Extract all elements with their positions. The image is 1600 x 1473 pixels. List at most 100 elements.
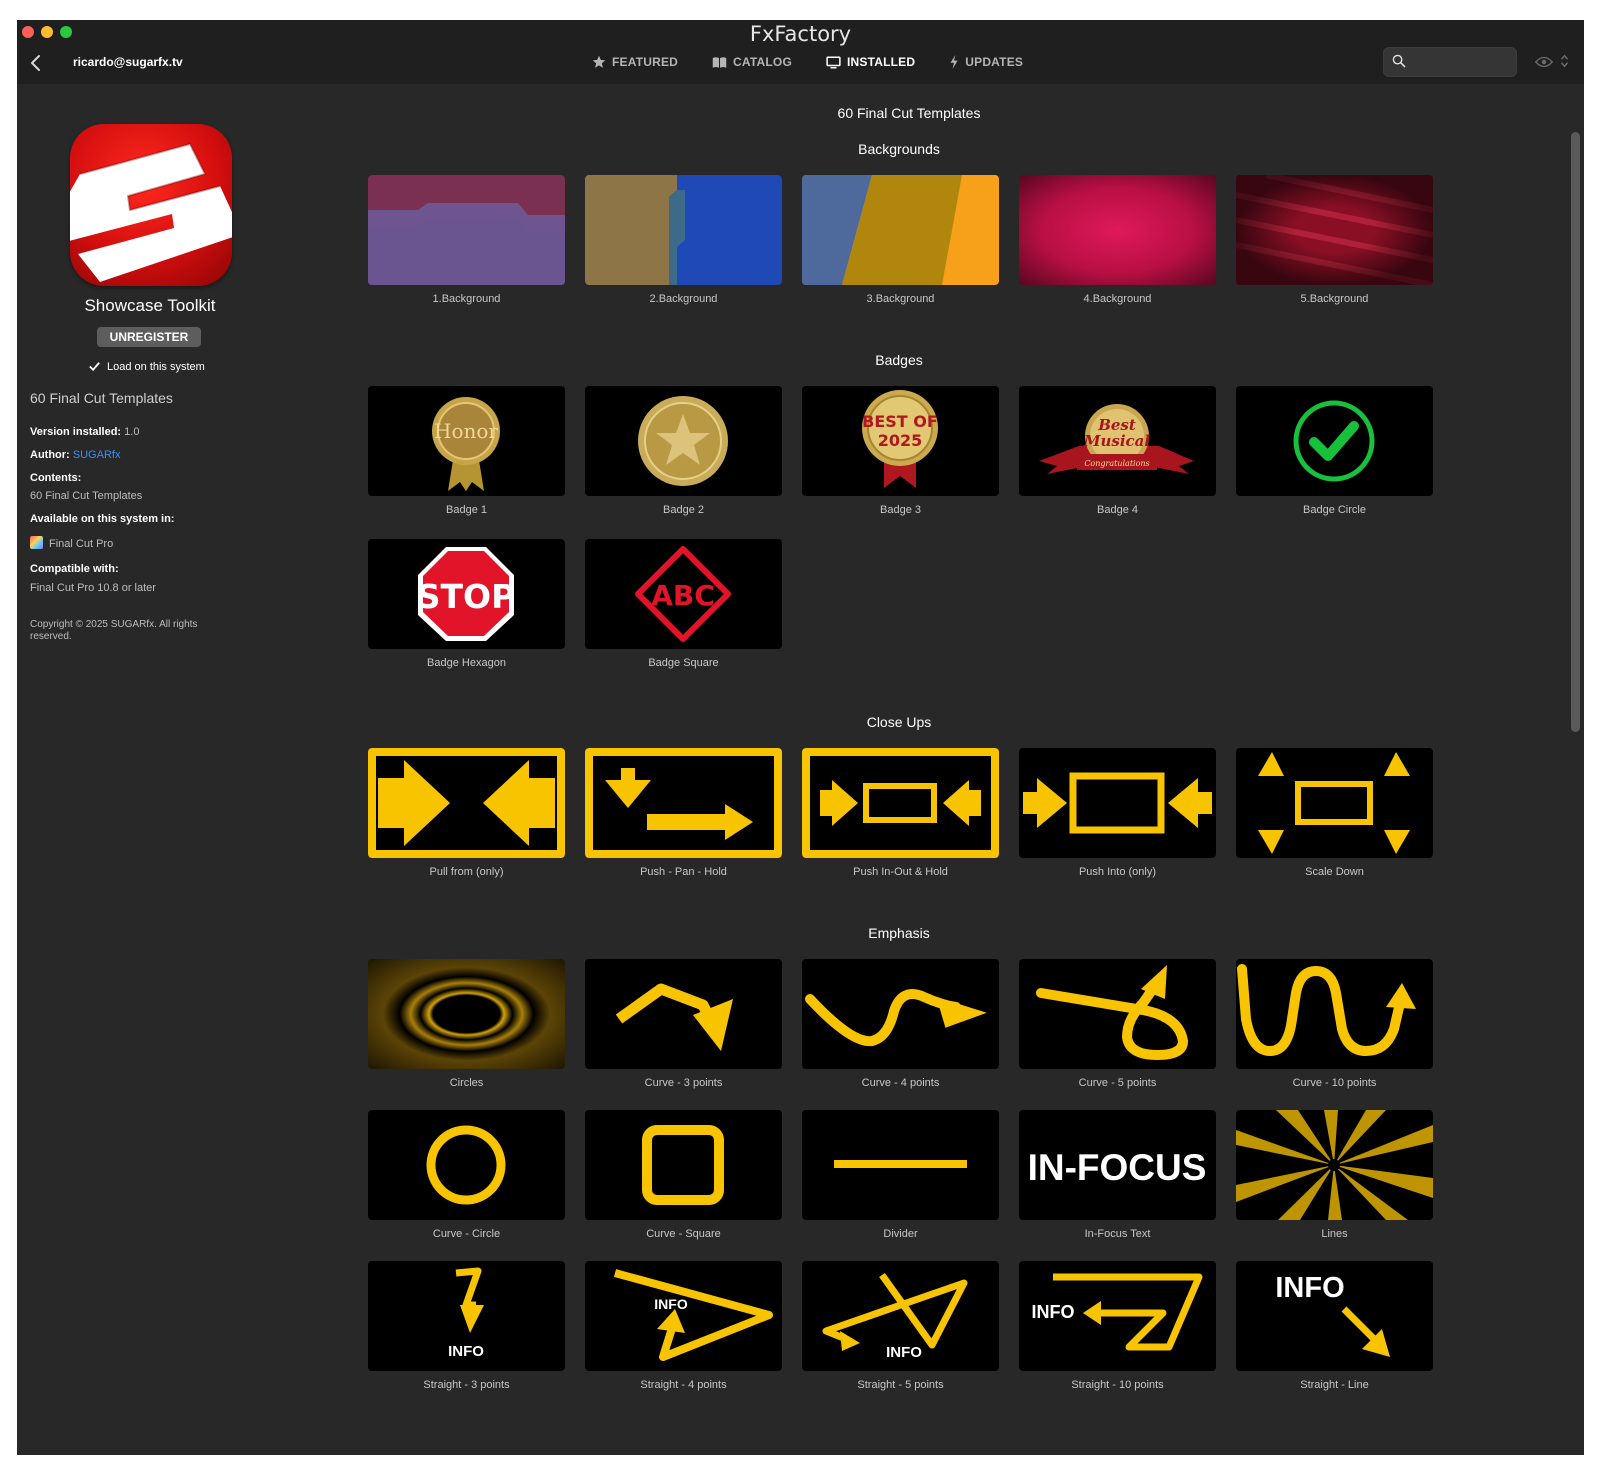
tile-label: Badge Hexagon	[427, 657, 506, 669]
template-tile[interactable]: Badge Circle	[1236, 386, 1433, 516]
thumbnail	[1236, 175, 1433, 285]
template-tile[interactable]: BEST OF 2025 Badge 3	[802, 386, 999, 516]
thumbnail	[802, 748, 999, 858]
tile-label: Curve - 4 points	[861, 1077, 940, 1089]
section-title-close-ups: Close Ups	[866, 714, 932, 730]
total-templates-label: 60 Final Cut Templates	[837, 105, 981, 121]
thumbnail	[585, 1110, 782, 1220]
template-tile[interactable]: Push Into (only)	[1019, 748, 1216, 878]
unregister-button[interactable]: UNREGISTER	[97, 327, 201, 347]
template-tile[interactable]: 3.Background	[802, 175, 999, 305]
tile-label: Circles	[449, 1077, 484, 1089]
tile-label: Straight - 3 points	[423, 1379, 510, 1391]
author-link[interactable]: SUGARfx	[73, 449, 121, 461]
template-tile[interactable]: STOP Badge Hexagon	[368, 539, 565, 669]
tile-label: Curve - 3 points	[644, 1077, 723, 1089]
sidebar: Showcase Toolkit UNREGISTER Load on this…	[17, 84, 267, 1455]
template-tile[interactable]: Pull from (only)	[368, 748, 565, 878]
tile-label: Lines	[1321, 1228, 1348, 1240]
template-tile[interactable]: Divider	[802, 1110, 999, 1240]
template-tile[interactable]: Push - Pan - Hold	[585, 748, 782, 878]
thumbnail: INFO	[1019, 1261, 1216, 1371]
available-app-row: Final Cut Pro	[30, 536, 113, 550]
visibility-toggle[interactable]	[1534, 55, 1554, 73]
template-tile[interactable]: Curve - 4 points	[802, 959, 999, 1089]
template-tile[interactable]: 2.Background	[585, 175, 782, 305]
tile-label: Badge 2	[663, 504, 704, 516]
template-tile[interactable]: INFO Straight - 10 points	[1019, 1261, 1216, 1391]
template-tile[interactable]: Lines	[1236, 1110, 1433, 1240]
sort-stepper[interactable]	[1560, 54, 1569, 73]
section-title-emphasis: Emphasis	[868, 925, 930, 941]
template-tile[interactable]: INFO Straight - 5 points	[802, 1261, 999, 1391]
load-label: Load on this system	[107, 360, 205, 373]
template-tile[interactable]: Curve - 3 points	[585, 959, 782, 1089]
template-tile[interactable]: Circles	[368, 959, 565, 1089]
template-tile[interactable]: INFO Straight - 4 points	[585, 1261, 782, 1391]
thumbnail: STOP	[368, 539, 565, 649]
tile-label: Push Into (only)	[1078, 866, 1157, 878]
template-tile[interactable]: Push In-Out & Hold	[802, 748, 999, 878]
version-row: Version installed: 1.0	[30, 426, 139, 438]
tile-label: Push In-Out & Hold	[853, 866, 948, 878]
back-button[interactable]	[27, 53, 47, 73]
tile-label: Divider	[883, 1228, 918, 1240]
template-tile[interactable]: Badge 2	[585, 386, 782, 516]
monitor-icon	[826, 56, 841, 68]
template-tile[interactable]: 4.Background	[1019, 175, 1216, 305]
compatible-label: Compatible with:	[30, 563, 119, 575]
thumbnail	[802, 1110, 999, 1220]
search-icon	[1392, 54, 1406, 68]
template-tile[interactable]: Curve - 5 points	[1019, 959, 1216, 1089]
template-tile[interactable]: INFO Straight - Line	[1236, 1261, 1433, 1391]
tab-installed[interactable]: INSTALLED	[826, 55, 915, 69]
tab-featured-label: FEATURED	[612, 55, 679, 69]
tile-label: Pull from (only)	[429, 866, 504, 878]
version-value: 1.0	[124, 426, 140, 438]
contents-value: 60 Final Cut Templates	[30, 490, 143, 502]
template-browser: 60 Final Cut Templates Backgrounds Badge…	[267, 84, 1551, 1455]
thumbnail	[802, 959, 999, 1069]
svg-text:INFO: INFO	[1032, 1302, 1075, 1322]
vertical-scrollbar[interactable]	[1571, 132, 1580, 732]
svg-text:BEST OF: BEST OF	[862, 412, 938, 431]
search-input[interactable]	[1412, 52, 1514, 74]
tile-label: In-Focus Text	[1084, 1228, 1151, 1240]
account-email[interactable]: ricardo@sugarfx.tv	[73, 55, 183, 69]
template-tile[interactable]: Curve - 10 points	[1236, 959, 1433, 1089]
tile-label: Straight - Line	[1300, 1379, 1369, 1391]
template-tile[interactable]: INFO Straight - 3 points	[368, 1261, 565, 1391]
template-tile[interactable]: Honor Badge 1	[368, 386, 565, 516]
svg-text:INFO: INFO	[886, 1344, 922, 1361]
template-tile[interactable]: 1.Background	[368, 175, 565, 305]
load-checkbox[interactable]	[88, 360, 101, 373]
tab-featured[interactable]: FEATURED	[592, 55, 678, 69]
tab-updates[interactable]: UPDATES	[949, 55, 1023, 69]
template-tile[interactable]: Best Musical Congratulations Badge 4	[1019, 386, 1216, 516]
section-title-backgrounds: Backgrounds	[858, 141, 940, 157]
thumbnail	[1236, 959, 1433, 1069]
template-tile[interactable]: ABC Badge Square	[585, 539, 782, 669]
thumbnail: BEST OF 2025	[802, 386, 999, 496]
svg-text:INFO: INFO	[654, 1296, 688, 1312]
thumbnail: ABC	[585, 539, 782, 649]
template-tile[interactable]: IN-FOCUS In-Focus Text	[1019, 1110, 1216, 1240]
tile-label: Curve - Square	[646, 1228, 721, 1240]
template-tile[interactable]: Scale Down	[1236, 748, 1433, 878]
tile-label: Curve - 10 points	[1292, 1077, 1377, 1089]
thumbnail	[368, 175, 565, 285]
book-icon	[712, 56, 727, 68]
template-tile[interactable]: Curve - Square	[585, 1110, 782, 1240]
copyright-text: Copyright © 2025 SUGARfx. All rights res…	[30, 619, 198, 642]
template-tile[interactable]: 5.Background	[1236, 175, 1433, 305]
thumbnail	[1236, 748, 1433, 858]
tab-catalog[interactable]: CATALOG	[712, 55, 792, 69]
template-tile[interactable]: Curve - Circle	[368, 1110, 565, 1240]
tile-label: Badge 1	[446, 504, 487, 516]
tile-label: 1.Background	[432, 293, 501, 305]
tile-label: Straight - 5 points	[857, 1379, 944, 1391]
svg-text:INFO: INFO	[1275, 1272, 1344, 1304]
svg-text:Congratulations: Congratulations	[1084, 459, 1149, 468]
svg-text:INFO: INFO	[448, 1343, 484, 1360]
search-box[interactable]	[1383, 47, 1517, 77]
